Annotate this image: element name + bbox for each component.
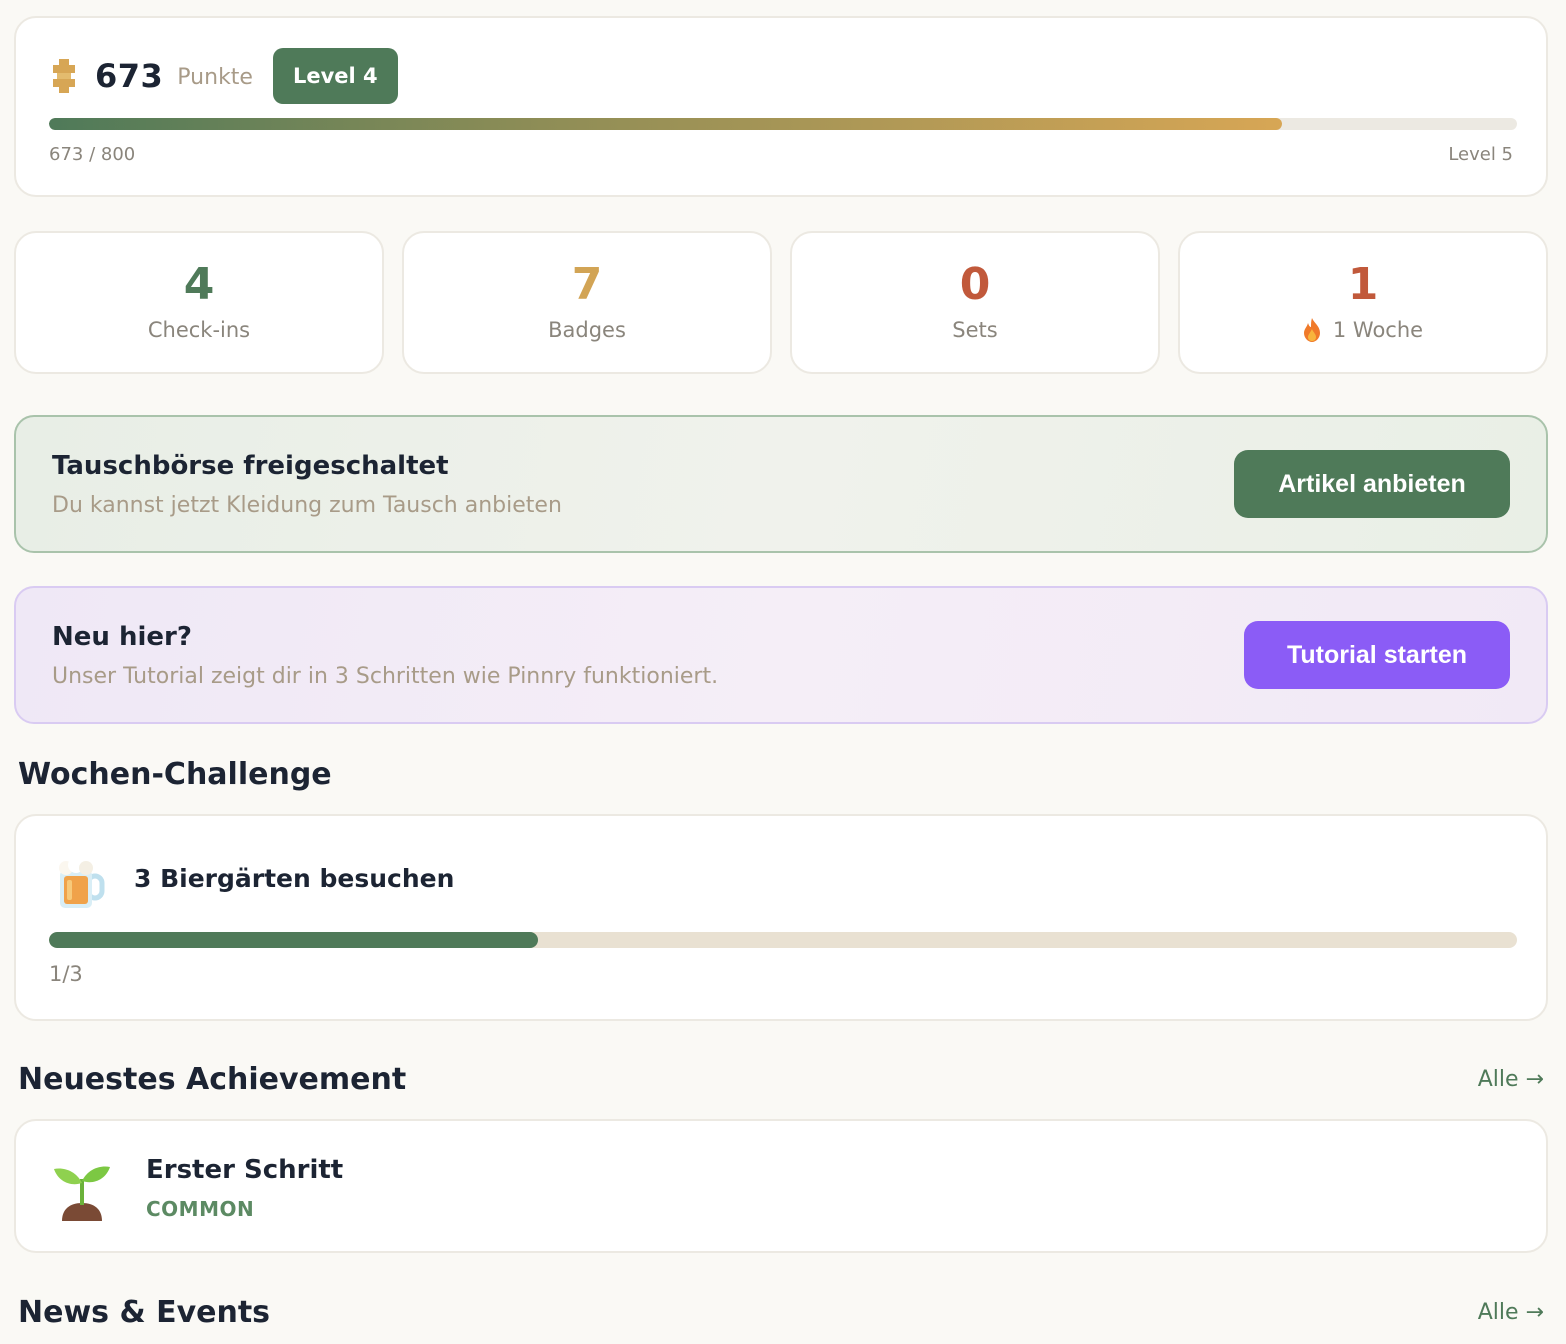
- achievement-card[interactable]: Erster Schritt COMMON: [14, 1119, 1548, 1253]
- achievement-section-title: Neuestes Achievement: [18, 1062, 407, 1097]
- challenge-progress-fill: [49, 932, 538, 948]
- stat-value: 7: [571, 259, 603, 310]
- challenge-title: 3 Biergärten besuchen: [134, 864, 455, 893]
- stat-card-badges[interactable]: 7 Badges: [402, 231, 772, 374]
- stat-value: 0: [959, 259, 991, 310]
- stat-card-streak[interactable]: 1 1 Woche: [1178, 231, 1548, 374]
- trade-unlocked-banner: Tauschbörse freigeschaltet Du kannst jet…: [14, 415, 1548, 553]
- challenge-progress-bar: [49, 932, 1517, 948]
- next-level-label: Level 5: [1448, 144, 1513, 165]
- level-progress-fill: [49, 118, 1283, 130]
- stat-value: 4: [183, 259, 215, 310]
- level-progress-text: 673 / 800: [49, 144, 136, 165]
- stat-label: 1 Woche: [1332, 318, 1424, 342]
- challenge-card[interactable]: 3 Biergärten besuchen 1/3: [14, 814, 1548, 1021]
- stat-card-checkins[interactable]: 4 Check-ins: [14, 231, 384, 374]
- stat-label-wrap: Check-ins: [16, 318, 382, 342]
- challenge-progress-text: 1/3: [49, 962, 83, 986]
- challenge-section-title: Wochen-Challenge: [18, 757, 332, 792]
- points-value: 673: [95, 57, 164, 95]
- flame-icon: [1303, 318, 1321, 342]
- beer-mug-icon: [56, 857, 106, 910]
- points-card: 673 Punkte Level 4 673 / 800 Level 5: [14, 16, 1548, 197]
- offer-item-button[interactable]: Artikel anbieten: [1234, 450, 1510, 518]
- achievement-rarity: COMMON: [146, 1197, 255, 1221]
- stat-label: Sets: [952, 318, 998, 342]
- banner-subtitle: Unser Tutorial zeigt dir in 3 Schritten …: [52, 664, 719, 689]
- stat-label-wrap: Badges: [404, 318, 770, 342]
- dashboard-page: 673 Punkte Level 4 673 / 800 Level 5 4 C…: [0, 0, 1566, 1344]
- points-label: Punkte: [177, 64, 253, 90]
- stat-label: Check-ins: [147, 318, 251, 342]
- start-tutorial-button[interactable]: Tutorial starten: [1244, 621, 1510, 689]
- stat-value: 1: [1347, 259, 1379, 310]
- coin-icon: [49, 59, 79, 93]
- news-section-title: News & Events: [18, 1295, 271, 1330]
- level-progress-bar: [49, 118, 1517, 130]
- level-badge: Level 4: [272, 48, 398, 104]
- tutorial-banner: Neu hier? Unser Tutorial zeigt dir in 3 …: [14, 586, 1548, 724]
- stat-label-wrap: Sets: [792, 318, 1158, 342]
- achievements-all-link[interactable]: Alle →: [1478, 1067, 1544, 1092]
- banner-title: Neu hier?: [52, 622, 192, 652]
- banner-title: Tauschbörse freigeschaltet: [52, 451, 449, 481]
- stat-card-sets[interactable]: 0 Sets: [790, 231, 1160, 374]
- sprout-icon: [52, 1159, 112, 1221]
- points-row: 673 Punkte Level 4: [49, 48, 398, 104]
- achievement-name: Erster Schritt: [146, 1155, 344, 1185]
- banner-subtitle: Du kannst jetzt Kleidung zum Tausch anbi…: [52, 493, 562, 518]
- stat-label-wrap: 1 Woche: [1180, 318, 1546, 342]
- stat-label: Badges: [548, 318, 626, 342]
- news-all-link[interactable]: Alle →: [1478, 1300, 1544, 1325]
